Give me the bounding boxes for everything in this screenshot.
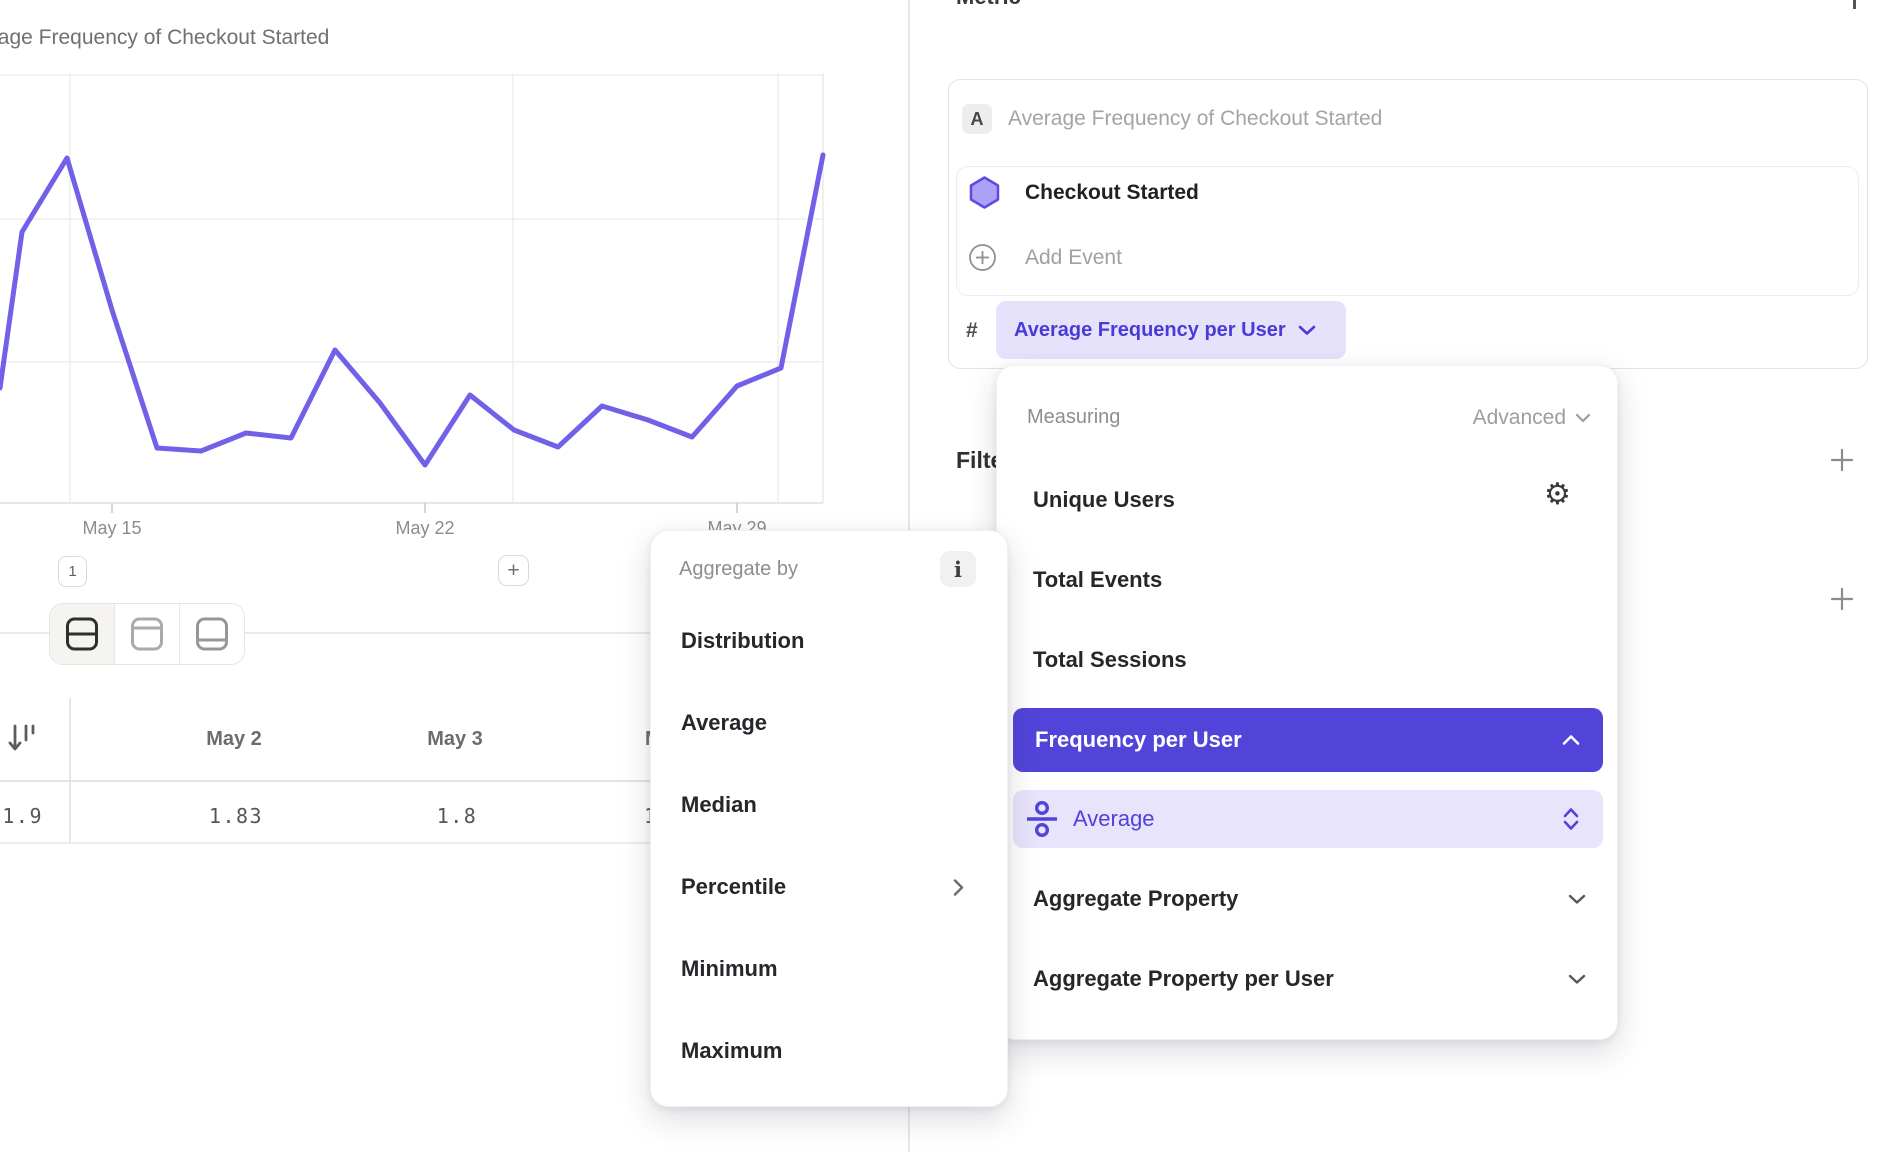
menu-item-maximum[interactable]: Maximum — [681, 1038, 782, 1064]
aggregate-by-menu: Aggregate by i Distribution Average Medi… — [650, 530, 1008, 1107]
add-filter-button[interactable] — [1830, 448, 1854, 472]
chevron-down-icon[interactable] — [1568, 974, 1586, 985]
measurement-label: Average Frequency per User — [1014, 319, 1286, 342]
chevron-right-icon — [952, 878, 965, 897]
menu-item-aggregate-property-per-user[interactable]: Aggregate Property per User — [1033, 966, 1334, 992]
view-mode-toggle — [49, 603, 245, 665]
analytics-app: Average Frequency of Checkout Started Ma… — [0, 0, 1898, 1152]
table-cell: 1.9 — [0, 804, 43, 828]
measurement-dropdown[interactable]: Average Frequency per User — [996, 301, 1346, 359]
chevron-up-icon — [1561, 734, 1581, 746]
aggregate-menu-title: Aggregate by — [679, 558, 798, 581]
gear-icon[interactable]: ⚙ — [1544, 480, 1571, 510]
event-name[interactable]: Checkout Started — [1025, 181, 1199, 205]
menu-item-unique-users[interactable]: Unique Users — [1033, 487, 1175, 513]
advanced-label: Advanced — [1473, 406, 1566, 430]
series-number-chip[interactable]: 1 — [58, 556, 87, 587]
menu-item-total-sessions[interactable]: Total Sessions — [1033, 647, 1187, 673]
add-breakdown-button[interactable] — [1830, 587, 1854, 611]
table-cell: 1.8 — [437, 804, 478, 828]
average-divide-icon — [1025, 800, 1059, 838]
chevron-down-icon[interactable] — [1568, 894, 1586, 905]
collapse-icon[interactable] — [1853, 0, 1856, 9]
measuring-menu-title: Measuring — [1027, 406, 1120, 429]
chart-view-icon — [130, 616, 164, 652]
sort-rows-icon[interactable] — [7, 722, 41, 756]
menu-subitem-average[interactable]: Average — [1013, 790, 1603, 848]
advanced-toggle[interactable]: Advanced — [1473, 406, 1591, 430]
select-updown-icon — [1561, 806, 1581, 832]
table-column-header[interactable]: May 2 — [206, 728, 262, 751]
menu-item-median[interactable]: Median — [681, 792, 757, 818]
view-toggle-table[interactable] — [179, 604, 244, 664]
table-view-icon — [195, 616, 229, 652]
measuring-menu: Measuring Advanced Unique Users ⚙ Total … — [996, 365, 1618, 1040]
menu-item-minimum[interactable]: Minimum — [681, 956, 778, 982]
metric-letter-badge: A — [962, 104, 992, 134]
split-view-icon — [65, 616, 99, 652]
table-cell: 1.83 — [209, 804, 263, 828]
metric-section-title: Metric — [956, 0, 1116, 11]
measurement-hash: # — [966, 319, 978, 343]
menu-item-aggregate-property[interactable]: Aggregate Property — [1033, 886, 1238, 912]
menu-item-percentile[interactable]: Percentile — [681, 874, 786, 900]
add-event-icon[interactable] — [968, 243, 997, 272]
table-row-divider — [0, 842, 652, 844]
add-series-button[interactable]: + — [498, 555, 529, 586]
x-axis-tick-label: May 22 — [395, 518, 454, 539]
menu-item-distribution[interactable]: Distribution — [681, 628, 804, 654]
chevron-down-icon — [1575, 413, 1591, 423]
menu-item-average[interactable]: Average — [681, 710, 767, 736]
menu-item-frequency-per-user[interactable]: Frequency per User — [1013, 708, 1603, 772]
view-toggle-chart[interactable] — [114, 604, 179, 664]
event-hexagon-icon — [969, 176, 1000, 209]
table-header-divider — [0, 780, 652, 782]
info-icon[interactable]: i — [940, 551, 976, 587]
view-toggle-split[interactable] — [50, 604, 114, 664]
add-event-button[interactable]: Add Event — [1025, 246, 1122, 270]
table-column-header[interactable]: May 3 — [427, 728, 483, 751]
menu-item-total-events[interactable]: Total Events — [1033, 567, 1162, 593]
x-axis-tick-label: May 15 — [82, 518, 141, 539]
chevron-down-icon — [1298, 325, 1316, 336]
frozen-column-divider — [69, 698, 71, 843]
metric-name-input[interactable]: Average Frequency of Checkout Started — [1008, 107, 1382, 131]
